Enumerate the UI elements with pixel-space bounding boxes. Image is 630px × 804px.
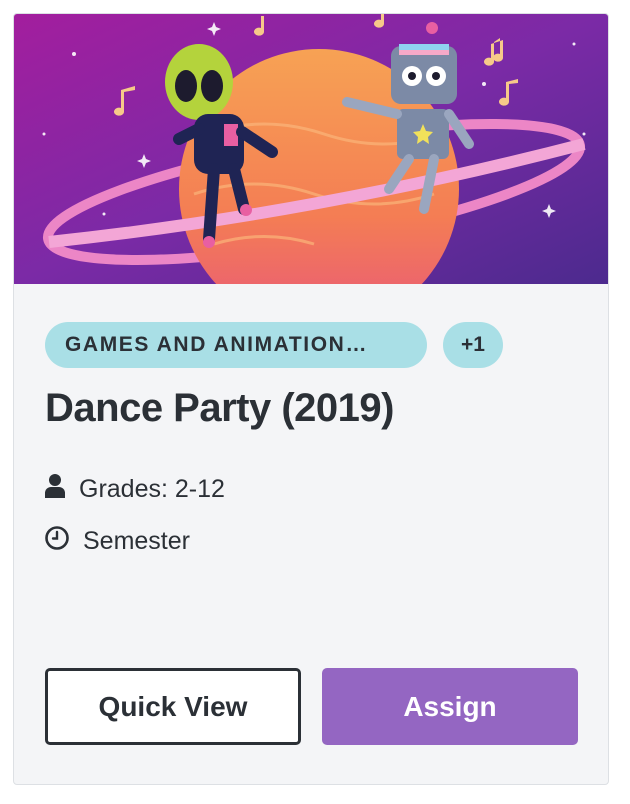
grades-text: Grades: 2-12 xyxy=(79,475,225,503)
grades-row: Grades: 2-12 xyxy=(45,474,225,505)
category-tag: GAMES AND ANIMATION… xyxy=(45,322,427,368)
duration-row: Semester xyxy=(45,526,190,557)
more-tags-badge[interactable]: +1 xyxy=(443,322,503,368)
assign-button[interactable]: Assign xyxy=(322,668,578,745)
tag-list: GAMES AND ANIMATION… +1 xyxy=(45,322,503,368)
course-hero-image[interactable] xyxy=(14,14,608,284)
course-title[interactable]: Dance Party (2019) xyxy=(45,386,394,431)
clock-icon xyxy=(45,526,69,557)
course-card[interactable]: GAMES AND ANIMATION… +1 Dance Party (201… xyxy=(13,13,609,785)
person-icon xyxy=(45,474,65,505)
duration-text: Semester xyxy=(83,527,190,555)
quick-view-button[interactable]: Quick View xyxy=(45,668,301,745)
